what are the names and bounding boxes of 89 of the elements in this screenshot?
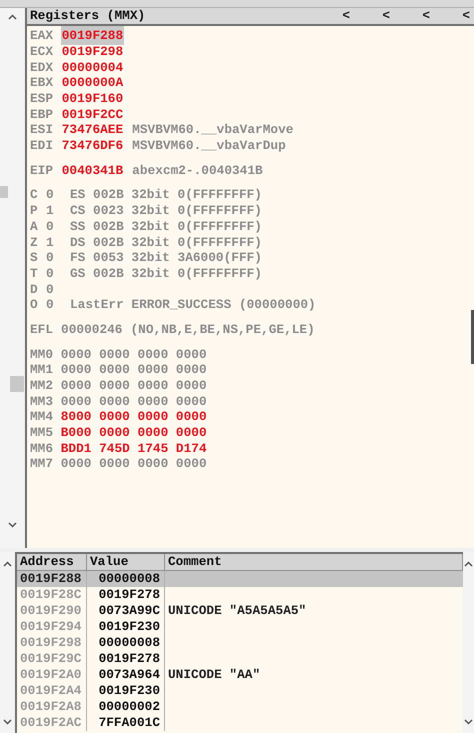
- flag-name: O: [30, 296, 39, 314]
- value-cell: 0073A99C: [87, 603, 165, 619]
- register-comment: MSVBVM60.__vbaVarMove: [132, 121, 294, 140]
- register-name: MM7: [30, 455, 54, 474]
- register-name: EFL: [30, 320, 54, 339]
- flags-decoded: (NO,NB,E,BE,NS,PE,GE,LE): [130, 320, 315, 339]
- register-name: EDX: [30, 58, 54, 77]
- register-name: MM0: [30, 346, 54, 364]
- segment-info: DS 002B 32bit 0(FFFFFFFF): [70, 234, 262, 252]
- register-name: EAX: [30, 27, 54, 46]
- address-cell: 0019F2AC: [17, 715, 87, 731]
- stack-row[interactable]: 0019F2A4 0019F230: [17, 683, 463, 699]
- register-name: MM4: [30, 408, 54, 426]
- stack-row[interactable]: 0019F2AC 7FFA001C: [17, 715, 463, 731]
- value-cell: 0073A964: [87, 667, 165, 683]
- register-name: ESP: [30, 90, 54, 108]
- register-comment: MSVBVM60.__vbaVarDup: [132, 137, 286, 156]
- register-value[interactable]: 00000246: [61, 320, 122, 340]
- address-cell: 0019F2A8: [17, 699, 87, 715]
- flag-name: C: [30, 186, 39, 204]
- address-cell: 0019F294: [17, 619, 87, 635]
- register-name: EDI: [30, 137, 54, 156]
- scroll-up-icon[interactable]: [464, 561, 473, 567]
- flag-name: D: [30, 280, 39, 299]
- scrollbar-thumb[interactable]: [0, 186, 8, 198]
- register-name: MM2: [30, 377, 54, 395]
- stack-row[interactable]: 0019F298 00000008: [17, 635, 463, 651]
- register-name: MM3: [30, 392, 54, 411]
- flag-name: T: [30, 264, 39, 283]
- collapse-arrow-button[interactable]: <: [314, 6, 354, 26]
- address-cell: 0019F2A0: [17, 667, 87, 683]
- value-cell: 7FFA001C: [87, 715, 165, 731]
- value-cell: 00000002: [87, 699, 165, 715]
- stack-row[interactable]: 0019F2A8 00000002: [17, 699, 463, 715]
- scroll-up-icon[interactable]: [3, 561, 12, 567]
- comment-cell-text: UNICODE "A5A5A5A5": [167, 602, 306, 620]
- scrollbar-thumb[interactable]: [471, 310, 474, 364]
- scroll-down-icon[interactable]: [3, 719, 12, 725]
- register-name: MM1: [30, 361, 54, 380]
- collapse-arrow-button[interactable]: <: [354, 6, 394, 26]
- stack-row[interactable]: 0019F288 00000008: [17, 571, 463, 587]
- register-comment: abexcm2-.0040341B: [132, 162, 263, 180]
- segment-info: FS 0053 32bit 3A6000(FFF): [70, 249, 262, 268]
- column-header[interactable]: Value: [87, 554, 165, 570]
- register-value[interactable]: 0040341B: [60, 160, 124, 180]
- segment-info: ES 002B 32bit 0(FFFFFFFF): [70, 186, 262, 204]
- address-cell: 0019F298: [17, 635, 87, 651]
- flag-name: Z: [30, 234, 39, 252]
- value-cell: 00000008: [87, 571, 165, 587]
- segment-info: CS 0023 32bit 0(FFFFFFFF): [70, 202, 262, 220]
- collapse-arrow-button[interactable]: <: [434, 6, 474, 26]
- value-cell: 0019F278: [87, 587, 165, 603]
- register-name: EBP: [30, 106, 54, 124]
- scroll-up-icon[interactable]: [8, 14, 17, 20]
- comment-cell-text: UNICODE "AA": [167, 666, 260, 684]
- address-cell: 0019F29C: [17, 651, 87, 667]
- scroll-down-icon[interactable]: [464, 719, 473, 725]
- address-cell: 0019F2A4: [17, 683, 87, 699]
- flag-name: A: [30, 218, 39, 236]
- segment-info: GS 002B 32bit 0(FFFFFFFF): [70, 264, 262, 283]
- register-name: ECX: [30, 42, 54, 61]
- address-cell: 0019F288: [17, 571, 87, 587]
- stack-row[interactable]: 0019F28C 0019F278: [17, 587, 463, 603]
- register-name: EBX: [30, 74, 54, 92]
- segment-info: SS 002B 32bit 0(FFFFFFFF): [70, 218, 262, 236]
- column-header[interactable]: Address: [17, 554, 87, 570]
- stack-row[interactable]: 0019F294 0019F230: [17, 619, 463, 635]
- column-header[interactable]: Comment: [165, 554, 463, 570]
- register-name: ESI: [30, 121, 54, 140]
- flag-name: P: [30, 202, 39, 220]
- register-name: EIP: [30, 162, 54, 180]
- register-name: MM6: [30, 440, 54, 458]
- stack-row[interactable]: 0019F29C 0019F278: [17, 651, 463, 667]
- register-name: MM5: [30, 424, 54, 442]
- stack-row[interactable]: 0019F290 0073A99C UNICODE "A5A5A5A5": [17, 603, 463, 619]
- stack-row[interactable]: 0019F2A0 0073A964 UNICODE "AA": [17, 667, 463, 683]
- address-cell: 0019F28C: [17, 587, 87, 603]
- pane-title: Registers (MMX): [30, 7, 146, 26]
- register-value[interactable]: 0019F288: [60, 26, 124, 46]
- segment-info: LastErr ERROR_SUCCESS (00000000): [70, 296, 316, 314]
- flag-name: S: [30, 249, 39, 268]
- scrollbar-thumb[interactable]: [10, 376, 24, 392]
- value-cell: 00000008: [87, 635, 165, 651]
- value-cell: 0019F230: [87, 683, 165, 699]
- value-cell: 0019F230: [87, 619, 165, 635]
- address-cell: 0019F290: [17, 603, 87, 619]
- value-cell: 0019F278: [87, 651, 165, 667]
- scroll-down-icon[interactable]: [8, 522, 17, 528]
- collapse-arrow-button[interactable]: <: [394, 6, 434, 26]
